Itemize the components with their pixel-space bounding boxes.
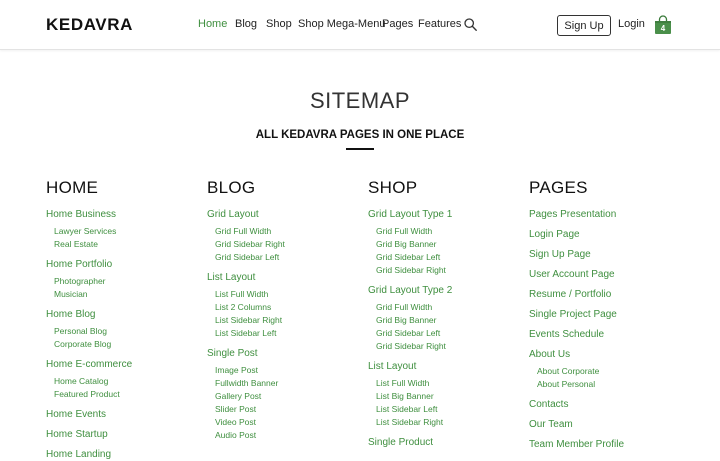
sitemap-link[interactable]: Home E-commerce: [46, 358, 206, 371]
nav-item-blog[interactable]: Blog: [235, 18, 257, 30]
sitemap-sublink[interactable]: List Sidebar Right: [207, 314, 367, 327]
sitemap-link[interactable]: Single Product: [368, 436, 528, 449]
sitemap-link[interactable]: Grid Layout Type 2: [368, 284, 528, 297]
sitemap-sublink[interactable]: Slider Post: [207, 403, 367, 416]
sitemap-link[interactable]: Grid Layout Type 1: [368, 208, 528, 221]
sitemap-link[interactable]: Our Team: [529, 418, 689, 431]
sitemap-sublink[interactable]: Grid Sidebar Right: [368, 264, 528, 277]
sitemap-link[interactable]: Home Portfolio: [46, 258, 206, 271]
sitemap-link[interactable]: Contacts: [529, 398, 689, 411]
sitemap-sublink[interactable]: Grid Full Width: [368, 225, 528, 238]
search-icon[interactable]: [464, 18, 477, 31]
nav-item-features[interactable]: Features: [418, 18, 461, 30]
title-divider: [346, 148, 374, 150]
sitemap-sublink[interactable]: Gallery Post: [207, 390, 367, 403]
sitemap-link[interactable]: Team Member Profile: [529, 438, 689, 451]
sitemap-link[interactable]: Single Post: [207, 347, 367, 360]
column-heading: PAGES: [529, 178, 588, 197]
sitemap-sublink[interactable]: Image Post: [207, 364, 367, 377]
column-heading: SHOP: [368, 178, 418, 197]
nav-item-shop-mega-menu[interactable]: Shop Mega-Menu: [298, 18, 385, 30]
sitemap-column-home: HOME Home Business Lawyer Services Real Es…: [46, 178, 206, 461]
sitemap-link[interactable]: Home Events: [46, 408, 206, 421]
sitemap-sublink[interactable]: About Personal: [529, 378, 689, 391]
sitemap-link[interactable]: Home Blog: [46, 308, 206, 321]
login-link[interactable]: Login: [618, 18, 645, 30]
sitemap-sublink[interactable]: Grid Big Banner: [368, 238, 528, 251]
sitemap-sublink[interactable]: List Big Banner: [368, 390, 528, 403]
sitemap-link[interactable]: About Us: [529, 348, 689, 361]
sitemap-column-pages: PAGES Pages Presentation Login Page Sign U…: [529, 178, 689, 451]
sitemap-sublink[interactable]: Grid Full Width: [368, 301, 528, 314]
sitemap-sublink[interactable]: Audio Post: [207, 429, 367, 442]
sitemap-sublink[interactable]: Grid Full Width: [207, 225, 367, 238]
sitemap-sublink[interactable]: Grid Sidebar Left: [368, 327, 528, 340]
sitemap-sublink[interactable]: Corporate Blog: [46, 338, 206, 351]
sitemap-sublink[interactable]: About Corporate: [529, 365, 689, 378]
sitemap-link[interactable]: Resume / Portfolio: [529, 288, 689, 301]
sitemap-sublink[interactable]: Featured Product: [46, 388, 206, 401]
sitemap-link[interactable]: Grid Layout: [207, 208, 367, 221]
site-header: KEDAVRA Home Blog Shop Shop Mega-Menu Pa…: [0, 0, 720, 50]
main-nav: Home Blog Shop Shop Mega-Menu Pages Feat…: [0, 18, 720, 34]
sitemap-sublink[interactable]: List Full Width: [368, 377, 528, 390]
sitemap-sublink[interactable]: List 2 Columns: [207, 301, 367, 314]
sitemap-sublink[interactable]: Photographer: [46, 275, 206, 288]
page-subtitle: ALL KEDAVRA PAGES IN ONE PLACE: [255, 129, 465, 141]
sitemap-sublink[interactable]: Home Catalog: [46, 375, 206, 388]
sitemap-sublink[interactable]: Real Estate: [46, 238, 206, 251]
sitemap-sublink[interactable]: Grid Sidebar Right: [368, 340, 528, 353]
sitemap-link[interactable]: Login Page: [529, 228, 689, 241]
sitemap-sublink[interactable]: Lawyer Services: [46, 225, 206, 238]
sign-up-button[interactable]: Sign Up: [557, 15, 611, 36]
cart-button[interactable]: 4: [653, 15, 673, 35]
nav-item-shop[interactable]: Shop: [266, 18, 292, 30]
sitemap-link[interactable]: Single Project Page: [529, 308, 689, 321]
sitemap-sublink[interactable]: List Sidebar Right: [368, 416, 528, 429]
sitemap-sublink[interactable]: List Sidebar Left: [368, 403, 528, 416]
sitemap-link[interactable]: Home Business: [46, 208, 206, 221]
sitemap-sublink[interactable]: Personal Blog: [46, 325, 206, 338]
sitemap-sublink[interactable]: Grid Sidebar Right: [207, 238, 367, 251]
column-heading: BLOG: [207, 178, 256, 197]
sitemap-sublink[interactable]: Video Post: [207, 416, 367, 429]
sitemap-column-shop: SHOP Grid Layout Type 1 Grid Full Width Gr…: [368, 178, 528, 449]
sitemap-sublink[interactable]: Grid Sidebar Left: [207, 251, 367, 264]
sitemap-link[interactable]: User Account Page: [529, 268, 689, 281]
nav-item-home[interactable]: Home: [198, 18, 227, 30]
nav-item-pages[interactable]: Pages: [382, 18, 413, 30]
cart-count-badge: 4: [660, 24, 666, 33]
sitemap-sublink[interactable]: Musician: [46, 288, 206, 301]
column-heading: HOME: [46, 178, 99, 197]
page-title: SITEMAP: [309, 88, 411, 113]
sitemap-link[interactable]: Home Startup: [46, 428, 206, 441]
sitemap-column-blog: BLOG Grid Layout Grid Full Width Grid Side…: [207, 178, 367, 442]
sitemap-sublink[interactable]: Grid Sidebar Left: [368, 251, 528, 264]
sitemap-link[interactable]: List Layout: [368, 360, 528, 373]
sitemap-sublink[interactable]: List Full Width: [207, 288, 367, 301]
sitemap-sublink[interactable]: List Sidebar Left: [207, 327, 367, 340]
sitemap-sublink[interactable]: Fullwidth Banner: [207, 377, 367, 390]
sitemap-link[interactable]: Pages Presentation: [529, 208, 689, 221]
sitemap-link[interactable]: Sign Up Page: [529, 248, 689, 261]
sitemap-link[interactable]: Events Schedule: [529, 328, 689, 341]
sitemap-link[interactable]: List Layout: [207, 271, 367, 284]
sitemap-sublink[interactable]: Grid Big Banner: [368, 314, 528, 327]
